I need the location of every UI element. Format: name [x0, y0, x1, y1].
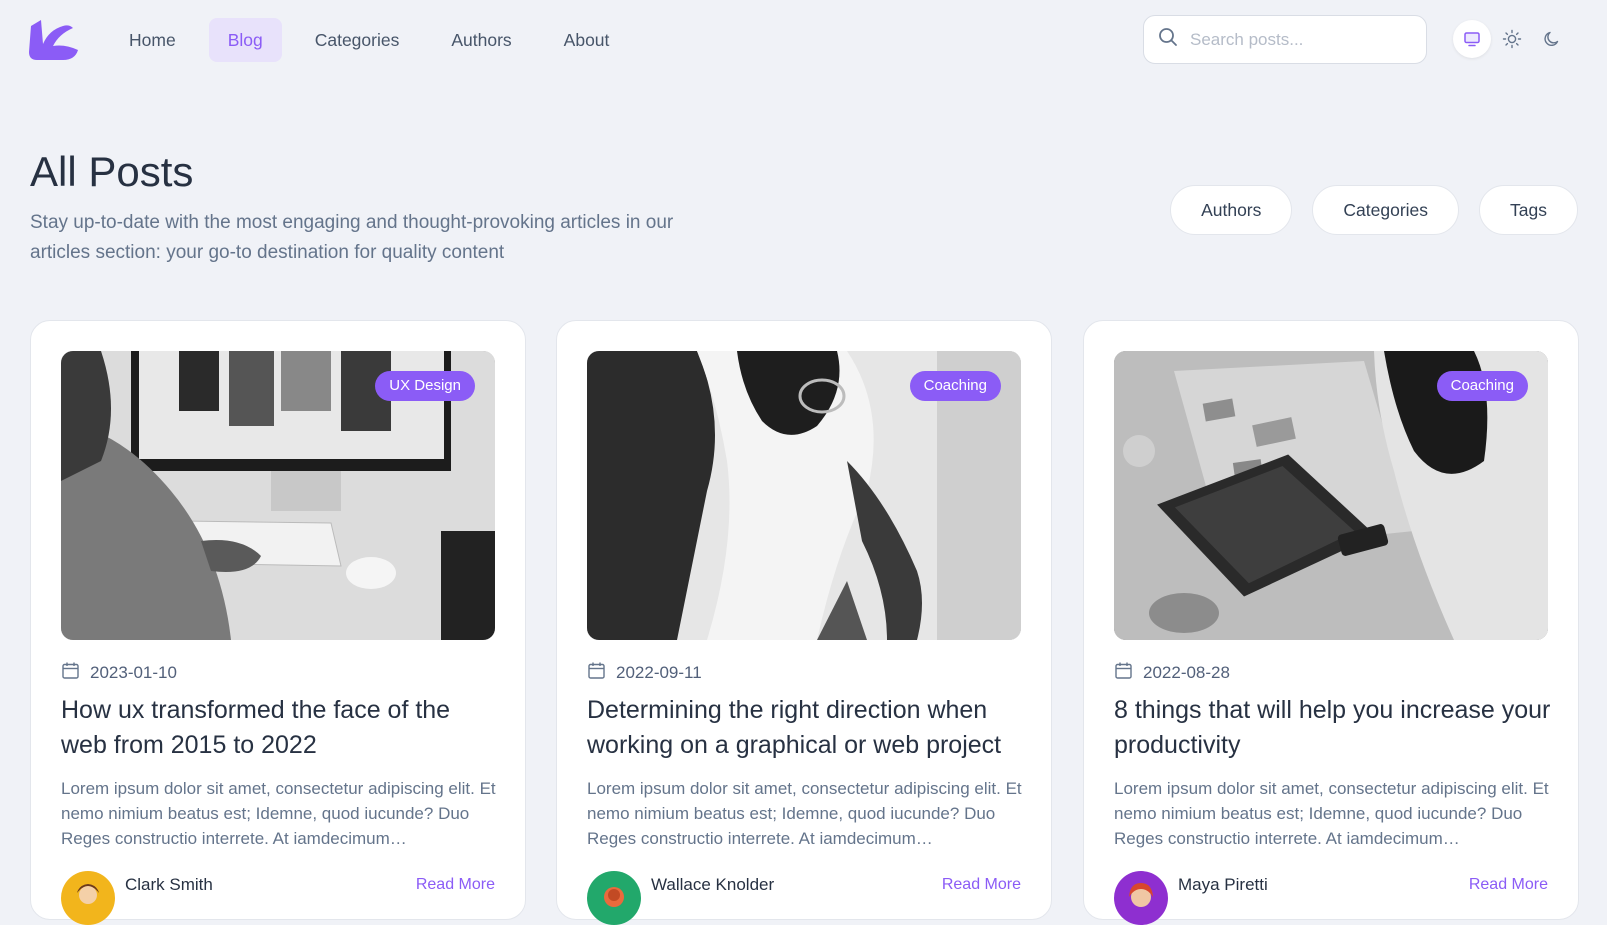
calendar-icon	[1114, 661, 1133, 685]
page-subtitle: Stay up-to-date with the most engaging a…	[30, 212, 674, 263]
nav-links: Home Blog Categories Authors About	[110, 18, 628, 62]
filter-authors-button[interactable]: Authors	[1170, 185, 1293, 235]
post-date: 2022-08-28	[1114, 661, 1230, 685]
search-input[interactable]	[1190, 29, 1410, 50]
nav-link-categories[interactable]: Categories	[296, 18, 419, 62]
nav-link-home[interactable]: Home	[110, 18, 195, 62]
nav-link-about[interactable]: About	[545, 18, 629, 62]
post-excerpt: Lorem ipsum dolor sit amet, consectetur …	[1114, 779, 1549, 848]
category-badge[interactable]: Coaching	[909, 371, 1001, 401]
category-badge[interactable]: UX Design	[375, 371, 475, 401]
avatar	[61, 871, 115, 925]
post-image[interactable]: UX Design	[61, 351, 495, 640]
logo-icon[interactable]	[29, 20, 80, 60]
read-more-link[interactable]: Read More	[416, 876, 495, 894]
post-card[interactable]: Coaching 2022-09-11 Determining the righ…	[556, 320, 1052, 925]
post-card[interactable]: UX Design 2023-01-10 How ux transformed …	[30, 320, 526, 925]
post-image[interactable]: Coaching	[1114, 351, 1548, 640]
post-date-text: 2022-08-28	[1143, 663, 1230, 682]
sun-icon[interactable]	[1493, 20, 1531, 58]
filter-categories-button[interactable]: Categories	[1312, 185, 1460, 235]
post-date-text: 2023-01-10	[90, 663, 177, 682]
post-title[interactable]: Determining the right direction when wor…	[587, 693, 1027, 763]
post-excerpt: Lorem ipsum dolor sit amet, consectetur …	[61, 779, 496, 848]
post-date: 2022-09-11	[587, 661, 702, 685]
post-title[interactable]: 8 things that will help you increase you…	[1114, 693, 1554, 763]
avatar	[587, 871, 641, 925]
post-author[interactable]: Clark Smith	[61, 871, 213, 925]
post-title[interactable]: How ux transformed the face of the web f…	[61, 693, 501, 763]
post-excerpt: Lorem ipsum dolor sit amet, consectetur …	[587, 779, 1022, 848]
author-name: Maya Piretti	[1178, 875, 1268, 894]
monitor-icon[interactable]	[1453, 20, 1491, 58]
post-card[interactable]: Coaching 2022-08-28 8 things that will h…	[1083, 320, 1579, 925]
read-more-link[interactable]: Read More	[942, 876, 1021, 894]
avatar	[1114, 871, 1168, 925]
top-nav: Home Blog Categories Authors About	[0, 0, 1607, 80]
read-more-link[interactable]: Read More	[1469, 876, 1548, 894]
calendar-icon	[61, 661, 80, 685]
search-box[interactable]	[1143, 15, 1427, 64]
moon-icon[interactable]	[1533, 20, 1571, 58]
post-date: 2023-01-10	[61, 661, 177, 685]
filter-tags-button[interactable]: Tags	[1479, 185, 1578, 235]
post-author[interactable]: Wallace Knolder	[587, 871, 774, 925]
search-icon	[1158, 27, 1178, 52]
post-author[interactable]: Maya Piretti	[1114, 871, 1268, 925]
post-date-text: 2022-09-11	[616, 663, 702, 682]
calendar-icon	[587, 661, 606, 685]
nav-link-authors[interactable]: Authors	[432, 18, 530, 62]
category-badge[interactable]: Coaching	[1436, 371, 1528, 401]
filter-buttons: Authors Categories Tags	[1170, 185, 1578, 235]
post-image[interactable]: Coaching	[587, 351, 1021, 640]
author-name: Wallace Knolder	[651, 875, 775, 894]
page-title: All Posts	[30, 148, 194, 195]
theme-switcher	[1453, 20, 1571, 58]
nav-link-blog[interactable]: Blog	[208, 18, 282, 62]
author-name: Clark Smith	[125, 875, 213, 894]
